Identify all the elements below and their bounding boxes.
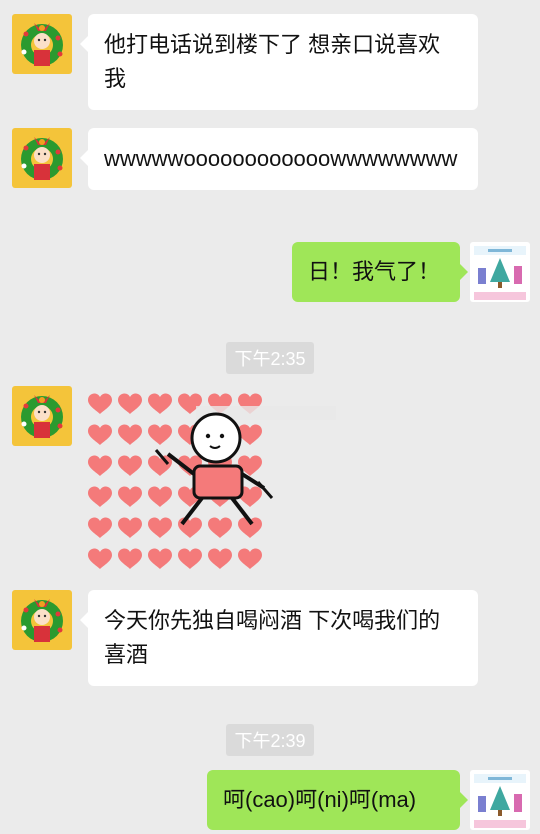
message-text: 今天你先独自喝闷酒 下次喝我们的喜酒	[104, 608, 441, 667]
heart-icon	[118, 393, 142, 414]
incoming-message[interactable]: 他打电话说到楼下了 想亲口说喜欢我	[80, 14, 478, 110]
message-text: 他打电话说到楼下了 想亲口说喜欢我	[104, 32, 441, 91]
heart-icon	[208, 548, 232, 569]
heart-icon	[238, 548, 262, 569]
christmas-card-icon	[470, 242, 530, 302]
heart-icon	[118, 548, 142, 569]
outgoing-message[interactable]: 呵(cao)呵(ni)呵(ma)	[207, 770, 468, 830]
heart-icon	[118, 486, 142, 507]
heart-icon	[238, 424, 262, 445]
heart-icon	[88, 455, 112, 476]
message-text: 呵(cao)呵(ni)呵(ma)	[223, 787, 417, 812]
message-text: 日！我气了！	[308, 259, 441, 284]
my-avatar[interactable]	[470, 770, 530, 830]
contact-avatar[interactable]	[12, 590, 72, 650]
christmas-wreath-icon	[12, 386, 72, 446]
outgoing-message[interactable]: 日！我气了！	[292, 242, 468, 302]
contact-avatar[interactable]	[12, 386, 72, 446]
hearts-sticker[interactable]	[86, 386, 336, 571]
heart-icon	[148, 424, 172, 445]
heart-icon	[148, 455, 172, 476]
heart-icon	[88, 486, 112, 507]
heart-icon	[178, 548, 202, 569]
message-text: wwwwwoooooooooooowwwwwwww	[104, 146, 458, 171]
heart-icon	[148, 486, 172, 507]
timestamp: 下午2:35	[0, 342, 540, 374]
heart-icon	[118, 455, 142, 476]
heart-icon	[118, 517, 142, 538]
contact-avatar[interactable]	[12, 14, 72, 74]
heart-icon	[88, 424, 112, 445]
christmas-card-icon	[470, 770, 530, 830]
incoming-message[interactable]: 今天你先独自喝闷酒 下次喝我们的喜酒	[80, 590, 478, 686]
timestamp: 下午2:39	[0, 724, 540, 756]
heart-icon	[88, 517, 112, 538]
christmas-wreath-icon	[12, 14, 72, 74]
heart-icon	[148, 548, 172, 569]
incoming-message[interactable]: wwwwwoooooooooooowwwwwwww	[80, 128, 478, 190]
my-avatar[interactable]	[470, 242, 530, 302]
heart-icon	[178, 517, 202, 538]
heart-icon	[88, 548, 112, 569]
contact-avatar[interactable]	[12, 128, 72, 188]
christmas-wreath-icon	[12, 590, 72, 650]
christmas-wreath-icon	[12, 128, 72, 188]
heart-icon	[208, 517, 232, 538]
heart-icon	[148, 517, 172, 538]
heart-icon	[118, 424, 142, 445]
heart-icon	[88, 393, 112, 414]
heart-icon	[148, 393, 172, 414]
